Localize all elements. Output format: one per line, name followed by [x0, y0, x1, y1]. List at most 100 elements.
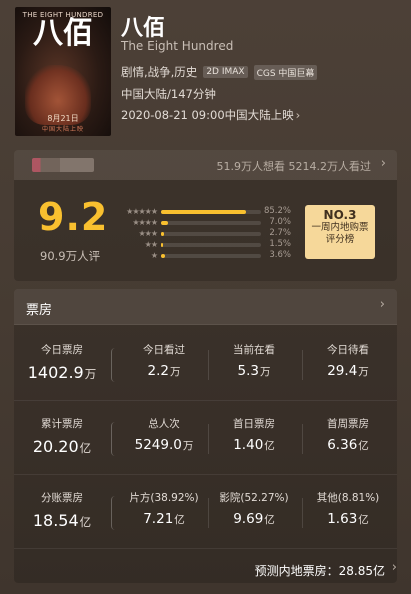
stat-number: 20.20: [32, 437, 79, 456]
box-office-cell: 总人次 5249.0万: [118, 410, 210, 468]
rating-percent: 1.5%: [269, 239, 291, 249]
row-separator: [14, 474, 397, 475]
stat-unit: 万: [169, 366, 181, 378]
column-divider: [302, 350, 303, 380]
box-office-cell: 累计票房 20.20亿: [16, 410, 108, 468]
stat-label: 首周票房: [327, 418, 369, 430]
rating-bar-track: [161, 232, 261, 236]
stat-number: 5249.0: [134, 437, 182, 453]
stat-label: 当前在看: [233, 344, 275, 356]
stat-number: 7.21: [143, 511, 174, 527]
stat-number: 5.3: [237, 363, 259, 379]
region-runtime: 中国大陆/147分钟: [121, 87, 216, 101]
bracket-divider: [111, 422, 117, 456]
rating-percent: 85.2%: [263, 206, 291, 216]
column-divider: [302, 498, 303, 528]
stat-value: 5249.0万: [118, 437, 210, 453]
rating-score: 9.2: [38, 195, 109, 239]
stat-unit: 万: [259, 366, 271, 378]
movie-poster[interactable]: THE EIGHT HUNDRED 八佰 8月21日 中国大陆上映: [15, 7, 111, 136]
column-divider: [208, 498, 209, 528]
stat-value: 1.63亿: [302, 511, 394, 527]
rating-dist-row: ★★★ 2.7%: [111, 228, 291, 239]
stat-value: 29.4万: [302, 363, 394, 379]
box-office-cell: 首日票房 1.40亿: [208, 410, 300, 468]
star-icons: ★★: [144, 240, 158, 249]
forecast-box-office[interactable]: 预测内地票房：28.85亿: [255, 562, 385, 579]
stat-number: 9.69: [233, 511, 264, 527]
stat-unit: 万: [358, 366, 369, 378]
box-office-title: 票房: [26, 303, 53, 318]
box-office-cell: 其他(8.81%) 1.63亿: [302, 484, 394, 542]
stat-label: 累计票房: [41, 418, 83, 430]
rating-bar-fill: [161, 254, 165, 258]
stat-unit: 亿: [174, 514, 185, 526]
stat-value: 5.3万: [208, 363, 300, 379]
star-icons: ★★★★★: [126, 207, 158, 216]
stat-unit: 亿: [264, 440, 275, 452]
stat-number: 2.2: [147, 363, 169, 379]
movie-title: 八佰: [121, 16, 166, 41]
stat-label: 今日待看: [327, 344, 369, 356]
box-office-cell: 首周票房 6.36亿: [302, 410, 394, 468]
rank-label: 一周内地购票: [311, 222, 369, 233]
star-icons: ★★★★: [132, 218, 158, 227]
rating-dist-row: ★★★★★ 85.2%: [111, 206, 291, 217]
poster-date: 8月21日: [47, 114, 79, 123]
rating-bar-fill: [161, 232, 164, 236]
rating-bar-fill: [161, 243, 163, 247]
rating-bar-fill: [161, 221, 168, 225]
box-office-header[interactable]: 票房 ›: [14, 289, 397, 325]
column-divider: [208, 424, 209, 454]
stat-unit: 亿: [79, 515, 92, 529]
stat-number: 29.4: [327, 363, 358, 379]
stat-label: 今日票房: [41, 344, 83, 356]
stat-value: 7.21亿: [118, 511, 210, 527]
chevron-right-icon: ›: [295, 108, 301, 122]
movie-header: THE EIGHT HUNDRED 八佰 8月21日 中国大陆上映 八佰 The…: [0, 0, 411, 142]
rating-percent: 3.6%: [269, 250, 291, 260]
rating-dist-row: ★ 3.6%: [111, 250, 291, 261]
chevron-right-icon: ›: [391, 560, 397, 575]
poster-title-cn: 八佰: [33, 16, 93, 51]
rating-count: 90.9万人评: [40, 249, 101, 263]
row-separator: [14, 548, 397, 549]
stat-value: 18.54亿: [16, 511, 108, 530]
rating-percent: 2.7%: [269, 228, 291, 238]
rating-percent: 7.0%: [269, 217, 291, 227]
box-office-cell: 分账票房 18.54亿: [16, 484, 108, 542]
stat-value: 1402.9万: [16, 363, 108, 382]
movie-title-en: The Eight Hundred: [121, 39, 234, 53]
rating-bar-track: [161, 243, 261, 247]
stat-unit: 亿: [358, 440, 369, 452]
stat-unit: 万: [182, 440, 194, 452]
want-watched-card[interactable]: 51.9万人想看 5214.2万人看过 ›: [14, 150, 397, 180]
stat-value: 6.36亿: [302, 437, 394, 453]
stat-label: 片方(38.92%): [129, 492, 199, 504]
rating-dist-row: ★★ 1.5%: [111, 239, 291, 250]
column-divider: [208, 350, 209, 380]
rating-bar-fill: [161, 210, 247, 214]
stat-label: 其他(8.81%): [316, 492, 380, 504]
rank-label: 评分榜: [325, 234, 355, 245]
stat-value: 2.2万: [118, 363, 210, 379]
stat-value: 20.20亿: [16, 437, 108, 456]
star-icons: ★★★: [138, 229, 158, 238]
rank-number: NO.3: [323, 208, 357, 222]
stat-number: 18.54: [32, 511, 79, 530]
stat-value: 1.40亿: [208, 437, 300, 453]
stat-number: 6.36: [327, 437, 358, 453]
box-office-cell: 今日票房 1402.9万: [16, 336, 108, 394]
rank-badge[interactable]: NO.3 一周内地购票 评分榜: [305, 205, 375, 259]
column-divider: [302, 424, 303, 454]
poster-release-text: 中国大陆上映: [41, 126, 84, 133]
stat-label: 总人次: [148, 418, 180, 430]
format-tag: 2D IMAX: [203, 66, 248, 78]
stat-number: 1.63: [327, 511, 358, 527]
rating-distribution: ★★★★★ 85.2% ★★★★ 7.0% ★★★ 2.7% ★★ 1.5% ★ 3.6%: [111, 206, 291, 261]
stat-label: 影院(52.27%): [219, 492, 289, 504]
box-office-cell: 影院(52.27%) 9.69亿: [208, 484, 300, 542]
rating-bar-track: [161, 221, 261, 225]
blurred-avatars: [32, 158, 94, 172]
release-info[interactable]: 2020-08-21 09:00中国大陆上映 ›: [121, 107, 300, 123]
